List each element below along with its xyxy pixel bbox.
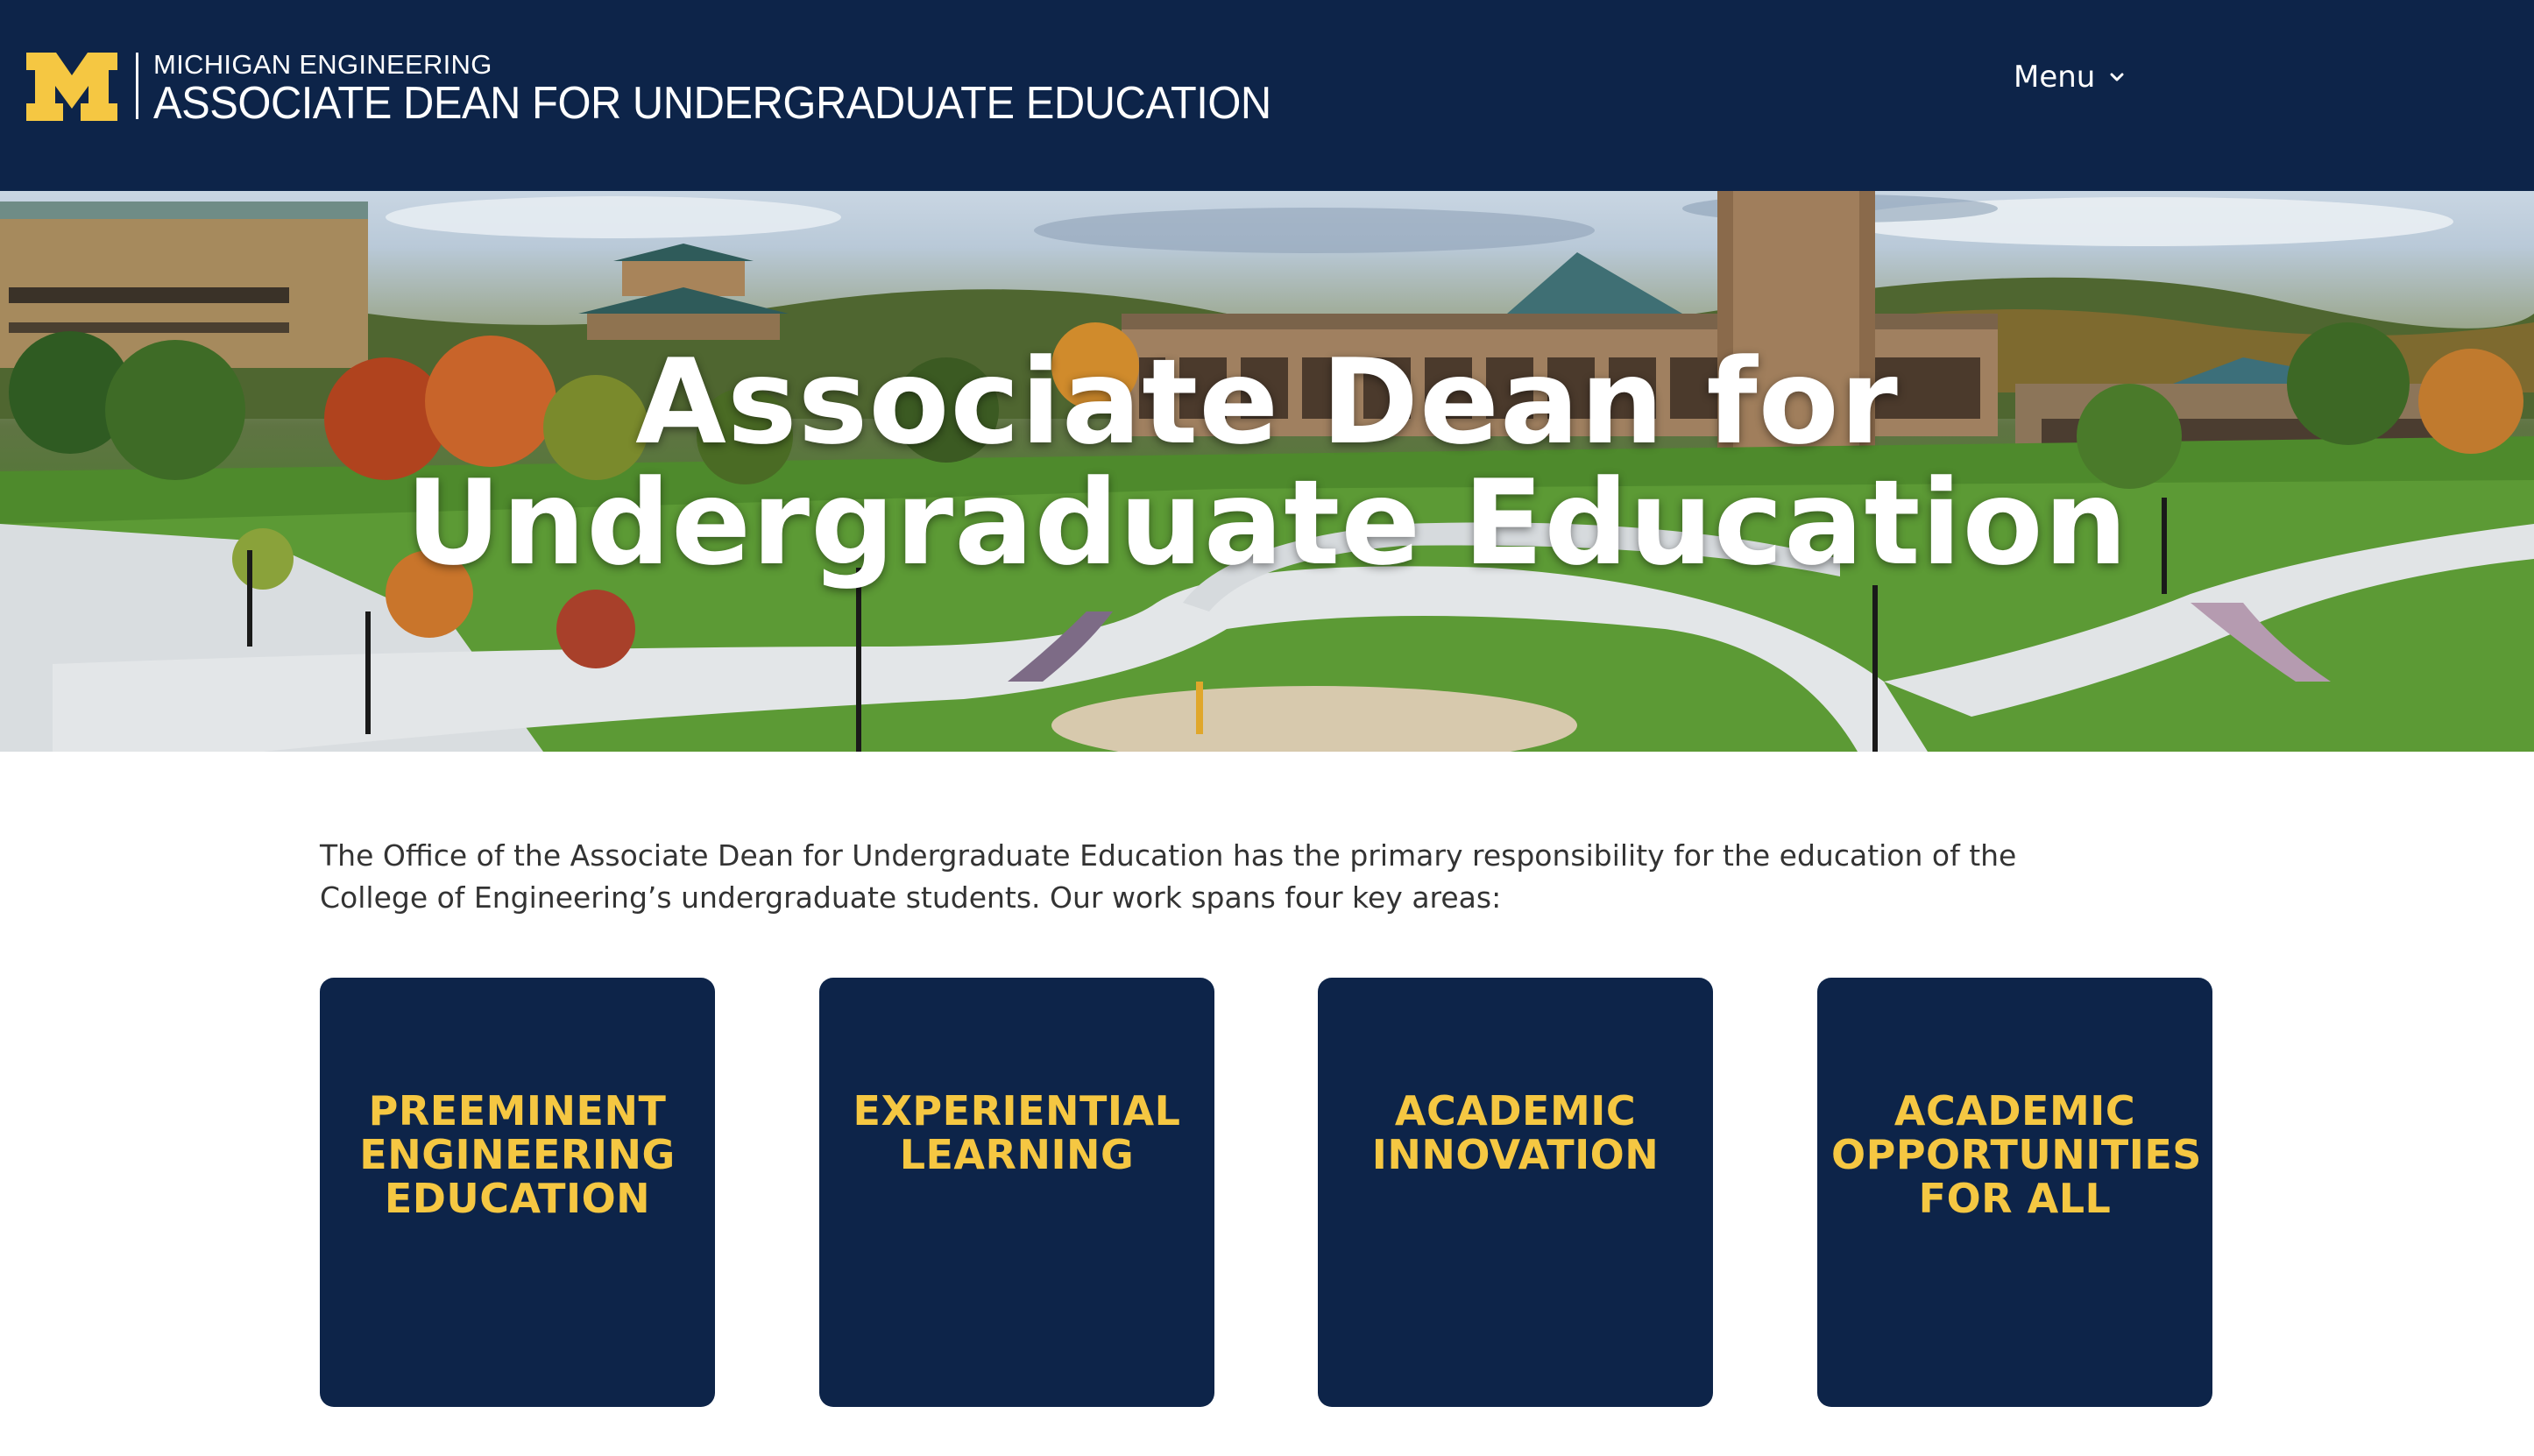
card-label-line: LEARNING: [899, 1131, 1135, 1178]
site-header: MICHIGAN ENGINEERING ASSOCIATE DEAN FOR …: [0, 0, 2534, 191]
card-label-line: EDUCATION: [384, 1175, 651, 1222]
brand-subtitle: MICHIGAN ENGINEERING: [153, 49, 492, 80]
menu-button[interactable]: Menu: [2014, 60, 2127, 95]
card-label-line: EXPERIENTIAL: [853, 1087, 1181, 1134]
card-label-line: ACADEMIC: [1893, 1087, 2136, 1134]
card-label-line: ACADEMIC: [1394, 1087, 1637, 1134]
brand-title-link[interactable]: ASSOCIATE DEAN FOR UNDERGRADUATE EDUCATI…: [153, 77, 1271, 130]
card-label-line: INNOVATION: [1371, 1131, 1660, 1178]
card-label: PREEMINENT ENGINEERING EDUCATION: [334, 1089, 701, 1220]
card-label: ACADEMIC OPPORTUNITIES FOR ALL: [1831, 1087, 2202, 1222]
card-preeminent-engineering-education[interactable]: PREEMINENT ENGINEERING EDUCATION: [320, 978, 715, 1407]
card-label-line: OPPORTUNITIES: [1831, 1131, 2202, 1178]
card-label-line: ENGINEERING: [359, 1131, 676, 1178]
logo-divider: [136, 53, 138, 119]
hero-title: Associate Dean for Undergraduate Educati…: [0, 342, 2534, 583]
card-experiential-learning[interactable]: EXPERIENTIAL LEARNING: [819, 978, 1214, 1407]
card-label-line: FOR ALL: [1918, 1175, 2112, 1222]
card-academic-opportunities-for-all[interactable]: ACADEMIC OPPORTUNITIES FOR ALL: [1817, 978, 2212, 1407]
block-m-logo: [26, 53, 117, 121]
card-label-line: PREEMINENT: [368, 1087, 667, 1134]
chevron-down-icon: [2110, 73, 2124, 81]
hero-banner: Associate Dean for Undergraduate Educati…: [0, 191, 2534, 752]
hero-title-line-1: Associate Dean for: [635, 334, 1899, 470]
card-academic-innovation[interactable]: ACADEMIC INNOVATION: [1318, 978, 1713, 1407]
card-label: ACADEMIC INNOVATION: [1332, 1089, 1699, 1177]
hero-title-line-2: Undergraduate Education: [406, 455, 2128, 591]
intro-paragraph: The Office of the Associate Dean for Und…: [320, 838, 2017, 915]
menu-label: Menu: [2014, 60, 2096, 95]
card-label: EXPERIENTIAL LEARNING: [833, 1089, 1200, 1177]
